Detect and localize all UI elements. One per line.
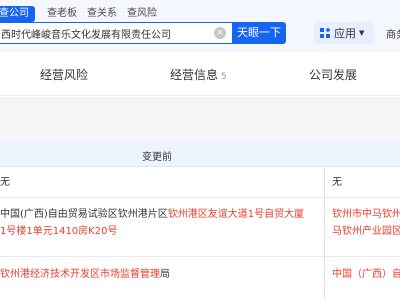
search-input[interactable] bbox=[0, 27, 214, 39]
row-divider bbox=[0, 197, 400, 198]
authority-highlight: 钦州港经济技术开发区市场监督管理 bbox=[0, 269, 160, 280]
tab-search-relation[interactable]: 查关系 bbox=[87, 6, 117, 22]
cell-before: 钦州港经济技术开发区市场监督管理局 bbox=[0, 266, 170, 283]
row-divider bbox=[0, 256, 400, 257]
address-highlight: 1号楼1单元1410房K20号 bbox=[0, 226, 118, 237]
cell-before: 中国(广西)自由贸易试验区钦州港片区钦州港区友谊大道1号自贸大厦 1号楼1单元1… bbox=[0, 206, 322, 240]
tab-business-info[interactable]: 经营信息 5 bbox=[170, 66, 227, 83]
module-tabs: 经营风险 经营信息 5 公司发展 bbox=[0, 52, 400, 96]
clear-icon[interactable]: × bbox=[214, 27, 226, 39]
cell-after: 钦州市中马钦州 马钦州产业园区 bbox=[332, 206, 400, 240]
search-header: 查公司 查老板 查关系 查风险 × 天眼一下 应用 ▼ 商务 bbox=[0, 0, 400, 52]
tab-search-company[interactable]: 查公司 bbox=[0, 6, 35, 22]
tab-company-development[interactable]: 公司发展 bbox=[309, 66, 357, 83]
tab-label: 经营信息 bbox=[170, 68, 219, 82]
authority-text: 局 bbox=[160, 269, 170, 280]
tab-search-risk[interactable]: 查风险 bbox=[127, 6, 157, 22]
address-text: 中国(广西)自由贸易试验区钦州港片区 bbox=[0, 209, 168, 220]
tab-label: 公司发展 bbox=[309, 68, 358, 82]
cell-before: 无 bbox=[0, 177, 10, 188]
tab-count: 5 bbox=[221, 72, 227, 82]
cell-after: 无 bbox=[332, 177, 342, 188]
tab-search-boss[interactable]: 查老板 bbox=[47, 6, 77, 22]
search-type-tabs: 查公司 查老板 查关系 查风险 bbox=[0, 6, 167, 22]
business-link[interactable]: 商务 bbox=[386, 26, 400, 41]
column-header-before: 变更前 bbox=[142, 152, 172, 163]
table-header: 变更前 bbox=[0, 140, 400, 167]
address-highlight: 钦州市中马钦州 bbox=[332, 209, 400, 220]
tab-operating-risk[interactable]: 经营风险 bbox=[40, 66, 88, 83]
apps-label: 应用 bbox=[334, 27, 356, 40]
apps-button[interactable]: 应用 ▼ bbox=[314, 22, 374, 44]
authority-highlight: 中国（广西）自 bbox=[332, 269, 400, 280]
change-record-table: 变更前 无 无 中国(广西)自由贸易试验区钦州港片区钦州港区友谊大道1号自贸大厦… bbox=[0, 140, 400, 300]
search-button[interactable]: 天眼一下 bbox=[232, 22, 286, 44]
apps-grid-icon bbox=[320, 27, 331, 39]
cell-after: 中国（广西）自 bbox=[332, 266, 400, 283]
search-box: × bbox=[0, 22, 232, 44]
chevron-down-icon: ▼ bbox=[359, 29, 365, 37]
tab-label: 经营风险 bbox=[40, 68, 89, 82]
column-divider bbox=[324, 167, 325, 300]
address-highlight: 马钦州产业园区 bbox=[332, 226, 400, 237]
section-spacer bbox=[0, 97, 400, 140]
address-highlight: 钦州港区友谊大道1号自贸大厦 bbox=[167, 209, 305, 220]
